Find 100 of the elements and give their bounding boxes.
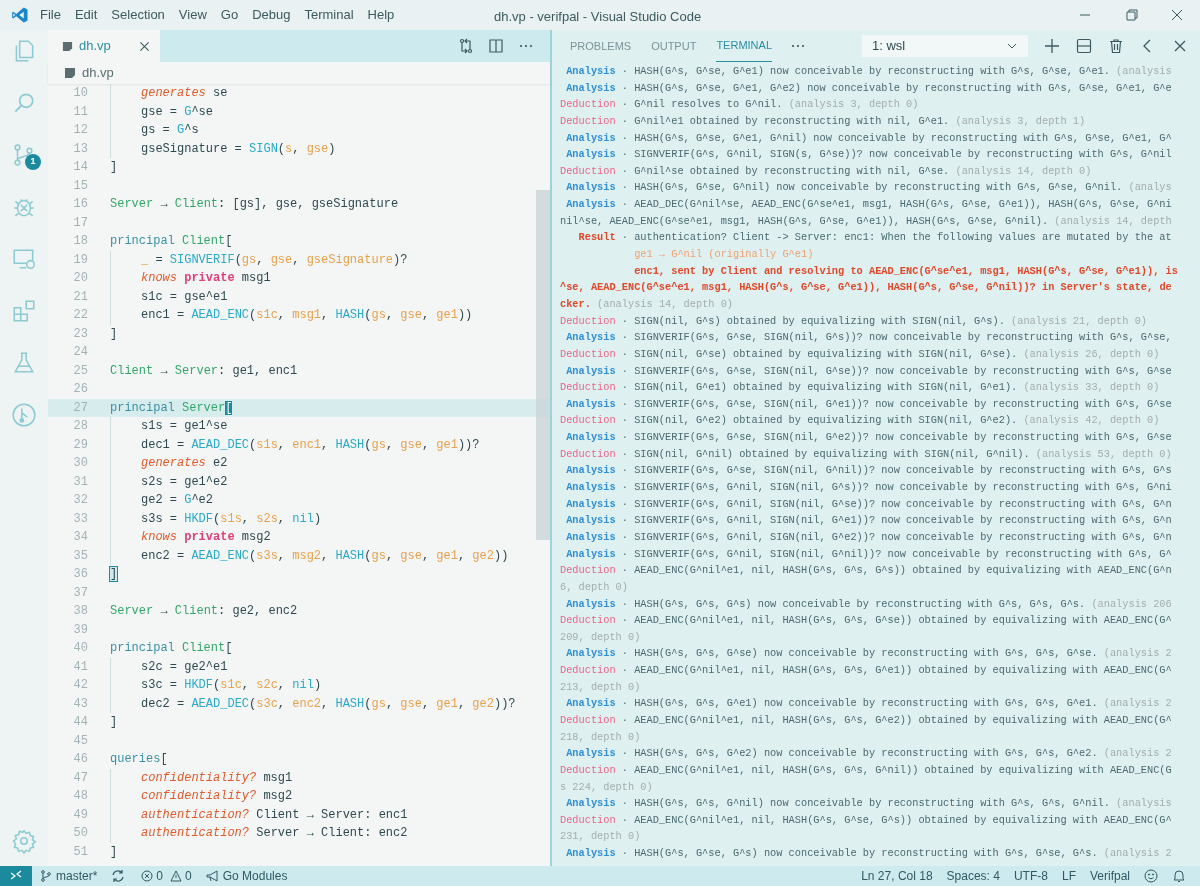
indentation-setting[interactable]: Spaces: 4 [946, 867, 1000, 885]
bell-icon[interactable] [1172, 869, 1186, 883]
terminal-line: Result · authentication? Client -> Server: enc1: When the following values are mutated by the at [577, 230, 1173, 246]
encoding-setting[interactable]: UTF-8 [1013, 867, 1048, 885]
code-line: ] [110, 714, 118, 731]
terminal-line: Deduction · AEAD_ENC(G^nil^e1, nil, HASH(G^s, G^se, G^s)) obtained by equivalizing with AEAD_ENC(G^ [560, 812, 1173, 828]
sync-icon[interactable] [111, 869, 126, 883]
code-line: gs = G^s [141, 122, 199, 139]
panel-tab[interactable]: TERMINAL [716, 30, 772, 62]
editor-tab[interactable]: dh.vp [48, 30, 160, 62]
line-number: 45 [72, 732, 88, 750]
code-line: principal Client[ [110, 233, 233, 250]
file-icon [64, 67, 76, 79]
terminal-line: Deduction · G^nil resolves to G^nil. (analysis 3, depth 0) [560, 97, 920, 113]
line-number: 10 [72, 85, 88, 102]
line-number: 11 [72, 103, 88, 121]
terminal-line: Analysis · HASH(G^s, G^s, G^s) now conceivable by reconstructing with G^s, G^s, G^s. (analysis 206 [565, 596, 1173, 612]
menu-item[interactable]: View [178, 5, 207, 25]
line-number: 49 [72, 806, 88, 824]
line-number: 15 [72, 177, 88, 195]
terminal-line: Analysis · HASH(G^s, G^se, G^e1, G^nil) now conceivable by reconstructing with G^s, G^se, G^e1, G^ [565, 130, 1173, 146]
menu-item[interactable]: Debug [252, 5, 291, 25]
line-number: 12 [72, 122, 88, 139]
remote-button[interactable] [0, 866, 32, 886]
line-number: 18 [72, 233, 88, 250]
line-number: 20 [72, 270, 88, 287]
terminal-line: Analysis · HASH(G^s, G^se, G^nil) now conceivable by reconstructing with G^s, G^se, G^nil. (analys [565, 180, 1173, 196]
code-line: generates e2 [141, 455, 228, 472]
language-mode[interactable]: Verifpal [1089, 867, 1130, 885]
terminal-line: Analysis · HASH(G^s, G^s, G^e1) now conceivable by reconstructing with G^s, G^s, G^e1. (analysis 2 [565, 696, 1173, 712]
code-line: authentication? Server → Client: enc2 [141, 825, 408, 842]
split-terminal-icon[interactable] [1076, 38, 1092, 54]
close-icon[interactable] [139, 40, 150, 52]
smiley-icon[interactable] [1144, 869, 1158, 883]
split-editor-icon[interactable] [488, 38, 504, 54]
terminal-dropdown[interactable]: 1: wsl [862, 35, 1028, 57]
menu-item[interactable]: Edit [74, 5, 98, 25]
code-line: knows private msg2 [141, 529, 271, 546]
line-number: 27 [72, 399, 88, 417]
terminal-line: Analysis · SIGNVERIF(G^s, G^nil, SIGN(nil, G^se))? now conceivable by reconstructing with G^s, G^n [565, 496, 1173, 512]
terminal-line: 231, depth 0) [560, 829, 642, 845]
terminal-line: Deduction · SIGN(nil, G^e1) obtained by equivalizing with SIGN(nil, G^e1). (analysis 33, depth 0) [560, 380, 1161, 396]
menu-item[interactable]: Selection [111, 5, 165, 25]
code-line: Client → Server: ge1, enc1 [110, 362, 298, 380]
line-number: 23 [72, 325, 88, 343]
cursor-position[interactable]: Ln 27, Col 18 [861, 867, 933, 885]
code-line: queries[ [110, 751, 168, 768]
line-number: 50 [72, 825, 88, 842]
line-number: 34 [72, 529, 88, 546]
breadcrumb[interactable]: dh.vp [82, 63, 114, 83]
trash-icon[interactable] [1108, 38, 1124, 54]
code-line: gse = G^se [141, 103, 214, 121]
terminal-line: Analysis · HASH(G^s, G^se, G^e1) now conceivable by reconstructing with G^s, G^se, G^e1. (analysis [565, 64, 1173, 79]
line-number: 51 [72, 843, 88, 861]
terminal-line: Deduction · G^nil^se obtained by reconstructing with nil, G^se. (analysis 14, depth 0) [560, 163, 1093, 179]
close-icon[interactable] [1172, 38, 1188, 54]
terminal-line: Deduction · AEAD_ENC(G^nil^e1, nil, HASH(G^s, G^s, G^nil)) obtained by equivalizing with AEAD_ENC(G [560, 762, 1173, 778]
menu-item[interactable]: File [40, 5, 61, 25]
window-title: dh.vp - verifpal - Visual Studio Code [494, 8, 702, 26]
code-line: s3s = HKDF(s1s, s2s, nil) [141, 510, 322, 528]
terminal-line: 218, depth 0) [560, 729, 642, 745]
branch-button[interactable]: master* [40, 867, 98, 885]
terminal-line: Analysis · HASH(G^s, G^s, G^e2) now conceivable by reconstructing with G^s, G^s, G^e2. (analysis 2 [565, 746, 1173, 762]
line-number: 32 [72, 492, 88, 509]
line-ending-setting[interactable]: LF [1061, 867, 1076, 885]
error-icon [141, 870, 154, 882]
code-line: authentication? Client → Server: enc1 [141, 806, 408, 824]
line-number: 28 [72, 418, 88, 435]
terminal-line: Analysis · SIGNVERIF(G^s, G^se, SIGN(nil, G^se))? now conceivable by reconstructing with G^s, G^se [565, 363, 1173, 379]
code-line: dec2 = AEAD_DEC(s3c, enc2, HASH(gs, gse, ge1, ge2))? [141, 695, 516, 713]
terminal-line: s 224, depth 0) [560, 779, 654, 795]
line-number: 44 [72, 714, 88, 731]
go-modules-button[interactable]: Go Modules [205, 867, 288, 885]
terminal-line: Deduction · AEAD_ENC(G^nil^e1, nil, HASH(G^s, G^s, G^s)) obtained by equivalizing with AEAD_ENC(G^n [560, 563, 1173, 579]
code-line: ] [110, 325, 118, 343]
scrollbar-thumb[interactable] [536, 190, 550, 540]
app-logo-icon [11, 6, 29, 24]
code-line: s2s = ge1^e2 [141, 473, 228, 491]
code-line: _ = SIGNVERIF(gs, gse, gseSignature)? [141, 251, 408, 269]
menu-item[interactable]: Help [367, 5, 395, 25]
line-number: 38 [72, 603, 88, 620]
terminal-line: Analysis · SIGNVERIF(G^s, G^nil, SIGN(nil, G^nil))? now conceivable by reconstructing with G^s, G^ [565, 546, 1173, 562]
menu-item[interactable]: Go [220, 5, 239, 25]
terminal-line: 213, depth 0) [560, 679, 642, 695]
terminal-line: Analysis · HASH(G^s, G^s, G^se) now conceivable by reconstructing with G^s, G^s, G^se. (analysis 2 [565, 646, 1173, 662]
terminal-line: Analysis · AEAD_DEC(G^nil^se, AEAD_ENC(G^se^e1, msg1, HASH(G^s, G^se, G^e1)), HASH(G^s, G^se, G^ni [565, 197, 1173, 213]
file-icon [62, 40, 73, 52]
code-line: s2c = ge2^e1 [141, 658, 228, 676]
code-line: gseSignature = SIGN(s, gse) [141, 140, 336, 158]
menu-item[interactable]: Terminal [304, 5, 354, 25]
line-number: 37 [72, 584, 88, 602]
line-number: 42 [72, 677, 88, 694]
plus-icon[interactable] [1044, 38, 1060, 54]
terminal-line: 6, depth 0) [560, 579, 629, 595]
problems-button[interactable]: 0 0 [141, 867, 192, 885]
compare-icon[interactable] [458, 38, 474, 54]
line-number: 25 [72, 362, 88, 380]
line-number: 21 [72, 288, 88, 306]
remote-icon [10, 870, 22, 882]
terminal-line: Deduction · SIGN(nil, G^s) obtained by equivalizing with SIGN(nil, G^s). (analysis 21, depth 0) [560, 313, 1148, 329]
